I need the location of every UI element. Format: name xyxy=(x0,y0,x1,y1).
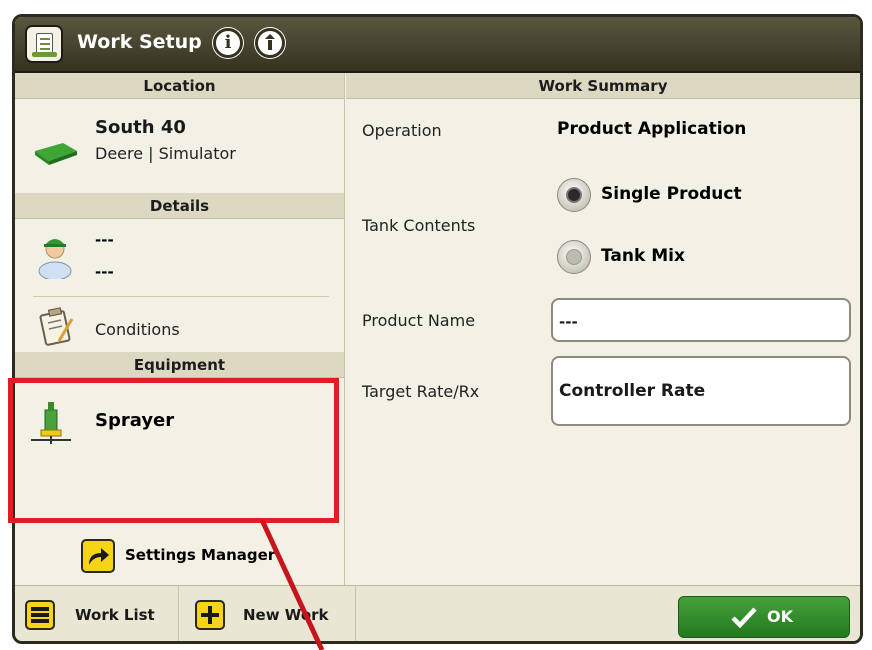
details-divider xyxy=(33,296,329,297)
window-title: Work Setup xyxy=(77,31,202,53)
location-header: Location xyxy=(15,73,344,99)
clipboard-icon[interactable] xyxy=(39,307,75,347)
operator-value[interactable]: --- xyxy=(95,231,114,249)
work-list-icon[interactable] xyxy=(25,600,55,630)
plus-icon[interactable] xyxy=(195,600,225,630)
new-work-button[interactable]: New Work xyxy=(243,606,329,624)
title-bar: Work Setup i xyxy=(15,17,860,73)
product-name-field[interactable]: --- xyxy=(551,298,851,342)
equipment-header: Equipment xyxy=(15,352,344,378)
work-setup-icon xyxy=(25,25,63,63)
target-rate-field[interactable]: Controller Rate xyxy=(551,356,851,426)
settings-manager-icon[interactable] xyxy=(81,539,115,573)
footer-bar: Work List New Work OK xyxy=(15,585,860,641)
conditions-label[interactable]: Conditions xyxy=(95,320,180,339)
operation-label: Operation xyxy=(362,121,442,140)
highlight-box xyxy=(8,378,339,523)
tank-mix-option[interactable]: Tank Mix xyxy=(557,240,757,276)
footer-separator-2 xyxy=(355,586,356,641)
product-name-label: Product Name xyxy=(362,311,476,330)
operation-value[interactable]: Product Application xyxy=(557,119,746,139)
single-product-radio[interactable] xyxy=(557,178,591,212)
checkmark-icon xyxy=(731,607,757,628)
work-setup-window: Work Setup i Location South 40 Deere | S… xyxy=(12,14,863,644)
details-header: Details xyxy=(15,193,344,219)
single-product-option[interactable]: Single Product xyxy=(557,178,757,214)
tank-mix-label: Tank Mix xyxy=(601,246,685,266)
operator-icon[interactable] xyxy=(37,229,73,279)
ok-button[interactable]: OK xyxy=(678,596,850,638)
tank-mix-radio[interactable] xyxy=(557,240,591,274)
target-rate-label: Target Rate/Rx xyxy=(362,382,480,401)
info-icon-alt[interactable] xyxy=(255,28,285,58)
client-value[interactable]: --- xyxy=(95,263,114,281)
tank-contents-label: Tank Contents xyxy=(362,216,476,235)
single-product-label: Single Product xyxy=(601,184,742,204)
settings-manager-button[interactable]: Settings Manager xyxy=(125,546,275,564)
work-summary-header: Work Summary xyxy=(346,73,860,99)
footer-separator xyxy=(178,586,179,641)
location-name[interactable]: South 40 xyxy=(95,117,186,138)
work-list-button[interactable]: Work List xyxy=(75,606,155,624)
ok-label: OK xyxy=(767,607,793,626)
field-icon xyxy=(35,143,77,165)
location-subtitle: Deere | Simulator xyxy=(95,144,236,163)
info-icon[interactable]: i xyxy=(213,28,243,58)
work-summary-panel: Work Summary Operation Product Applicati… xyxy=(346,73,860,585)
